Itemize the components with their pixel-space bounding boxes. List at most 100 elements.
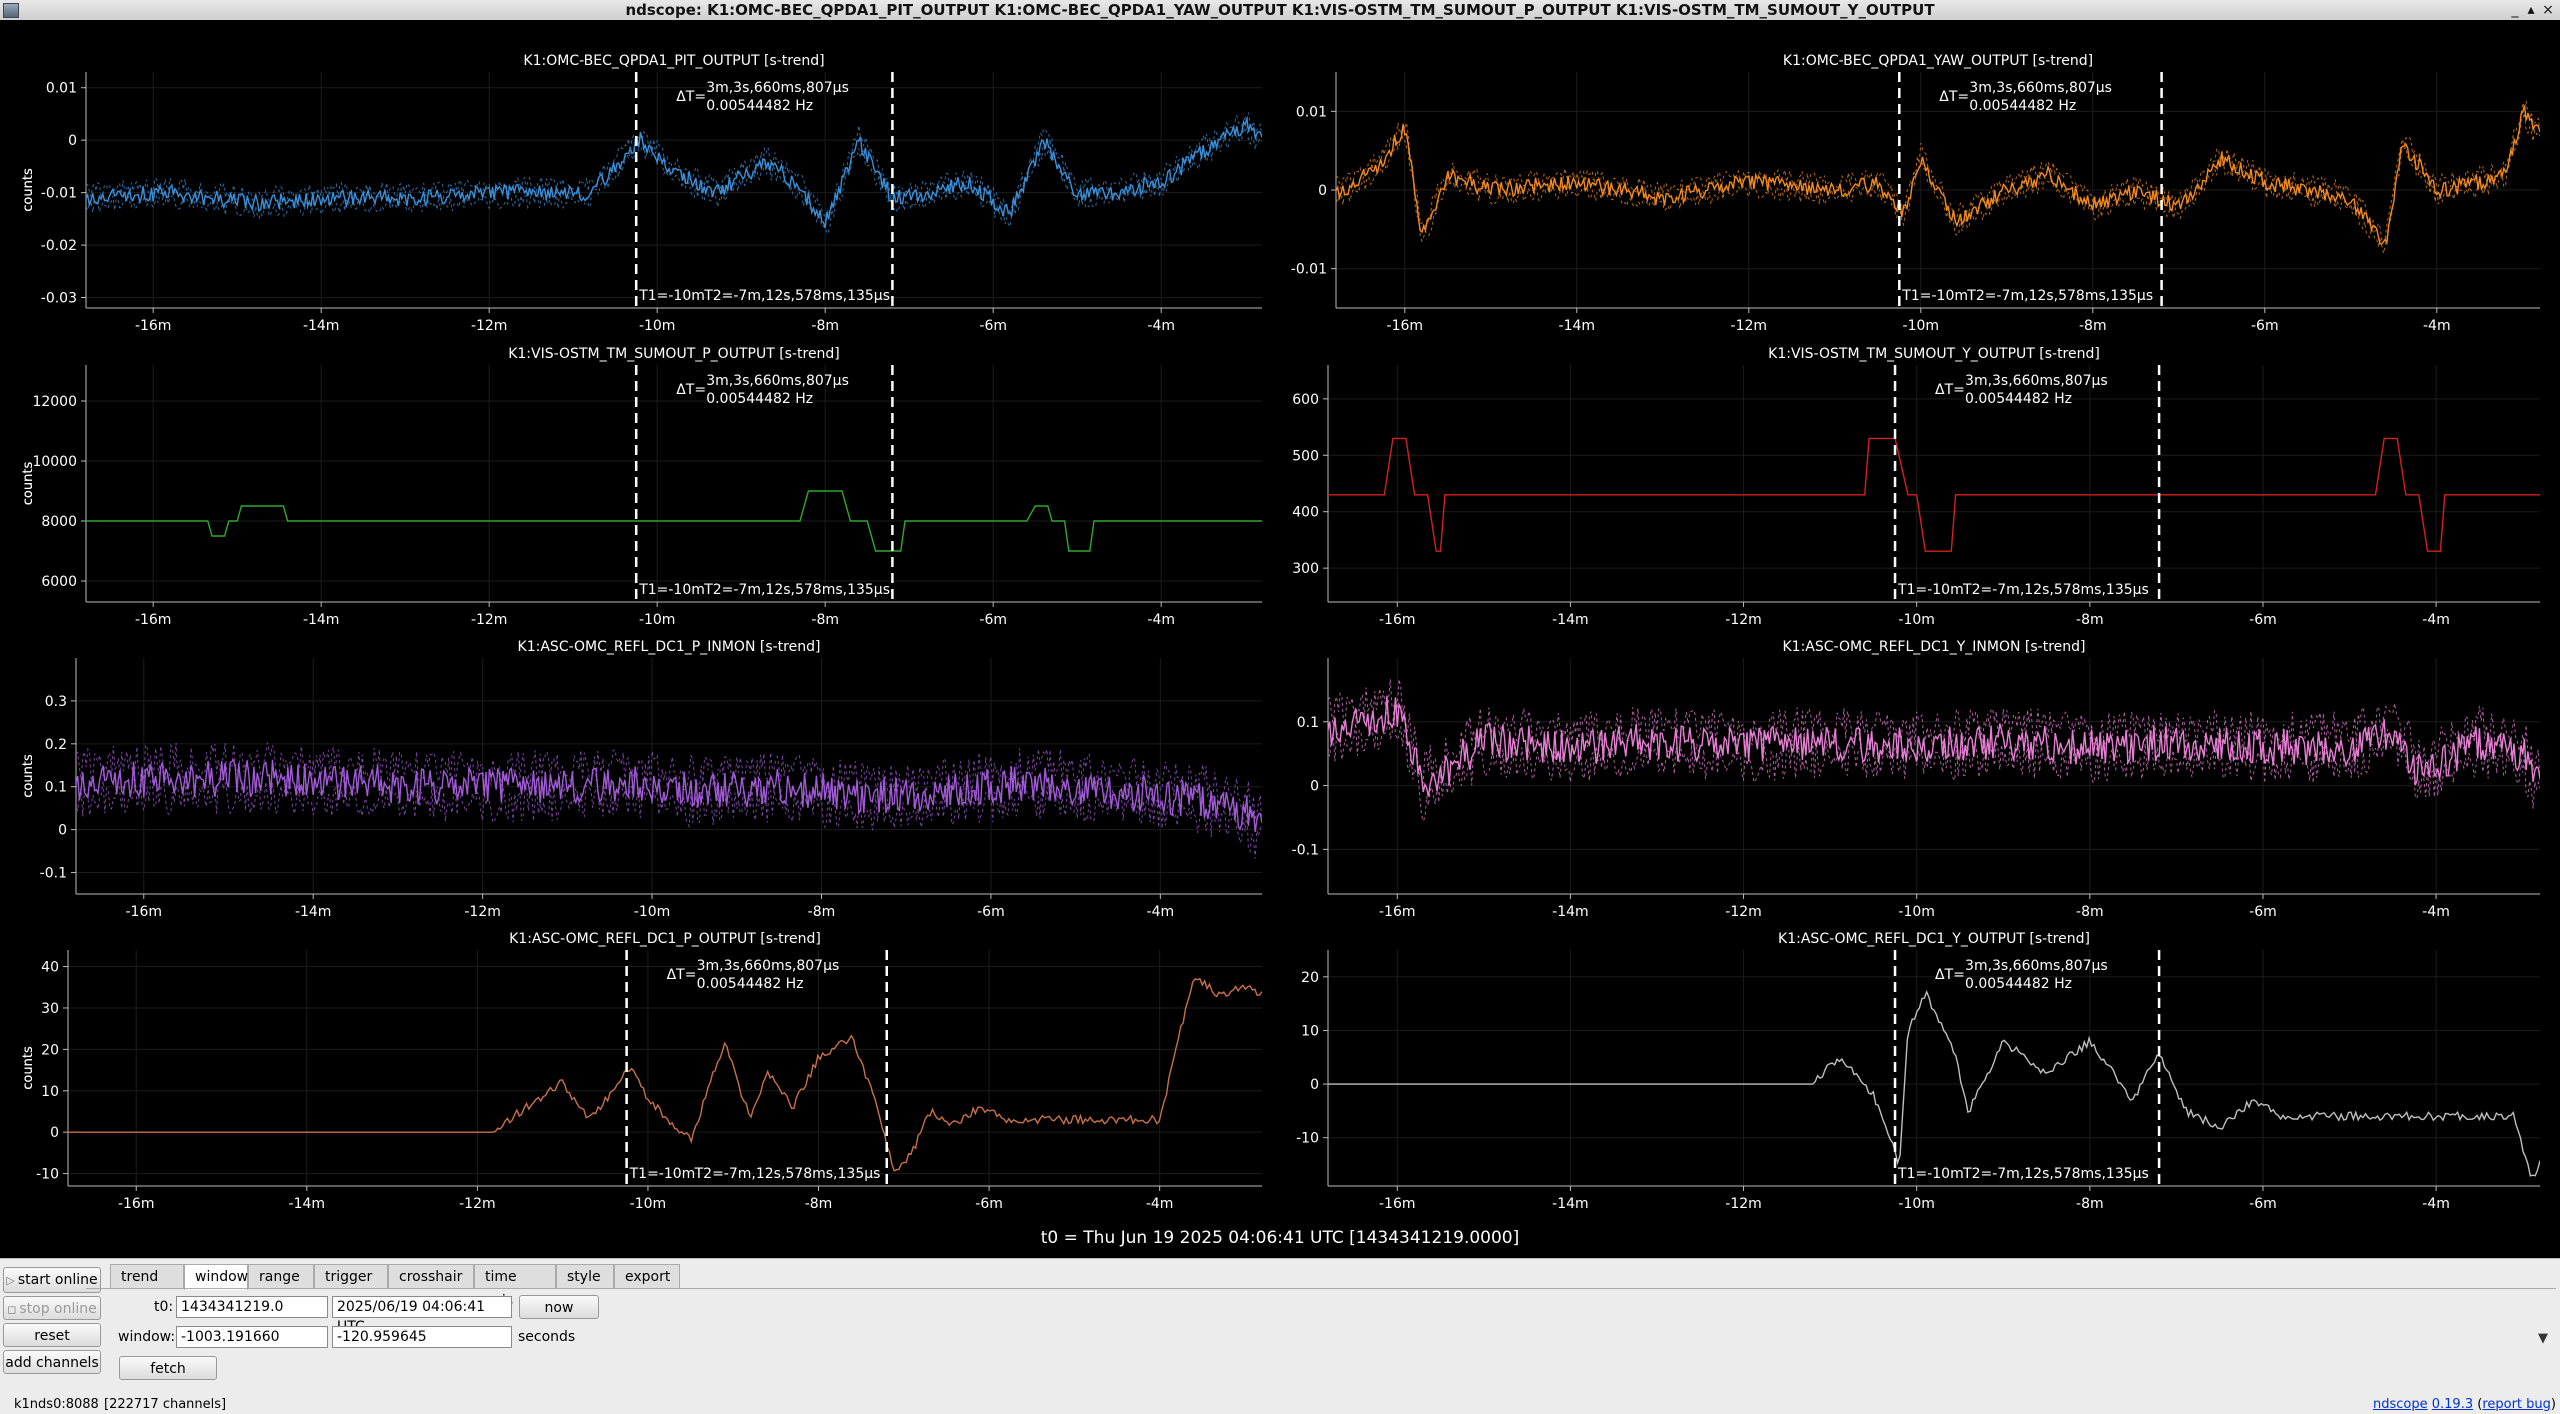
plot-grid[interactable]: K1:OMC-BEC_QPDA1_PIT_OUTPUT [s-trend] cou… <box>0 20 2560 1258</box>
y-axis-label: counts <box>21 168 36 212</box>
plot-panel[interactable]: K1:ASC-OMC_REFL_DC1_Y_OUTPUT [s-trend] co… <box>21 931 2540 1212</box>
t1-label: T1=-10m <box>638 582 705 598</box>
y-tick-label: 0 <box>68 133 77 149</box>
x-tick-label: -8m <box>2076 904 2104 920</box>
window-titlebar[interactable]: ndscope: K1:OMC-BEC_QPDA1_PIT_OUTPUT K1:… <box>0 0 2560 21</box>
plot-area[interactable]: K1:OMC-BEC_QPDA1_PIT_OUTPUT [s-trend] cou… <box>0 20 2560 1258</box>
tab-trigger[interactable]: trigger <box>314 1264 388 1288</box>
plot-title: K1:OMC-BEC_QPDA1_PIT_OUTPUT [s-trend] <box>523 53 824 69</box>
trend-max-line <box>1336 100 2540 241</box>
fetch-button[interactable]: fetch <box>119 1356 217 1380</box>
y-tick-label: 8000 <box>41 514 77 530</box>
x-tick-label: -14m <box>303 612 340 628</box>
x-tick-label: -16m <box>126 904 163 920</box>
version-link[interactable]: 0.19.3 <box>2432 1397 2473 1412</box>
y-tick-label: 0 <box>50 1125 59 1141</box>
delta-t-value: 3m,3s,660ms,807µs <box>706 373 849 389</box>
x-tick-label: -14m <box>1552 904 1589 920</box>
y-tick-label: 0.01 <box>1296 104 1327 120</box>
delta-freq-value: 0.00544482 Hz <box>697 976 804 992</box>
tab-time-axis[interactable]: time axis <box>474 1264 556 1309</box>
delta-freq-value: 0.00544482 Hz <box>1965 391 2072 407</box>
plot-panel[interactable]: K1:ASC-OMC_REFL_DC1_P_OUTPUT [s-trend] co… <box>21 931 1262 1212</box>
ndscope-link[interactable]: ndscope <box>2373 1397 2428 1412</box>
tab-style[interactable]: style <box>556 1264 614 1288</box>
x-tick-label: -14m <box>295 904 332 920</box>
delta-t-label: ΔT= <box>1935 382 1965 398</box>
x-tick-label: -6m <box>2249 904 2277 920</box>
x-tick-label: -10m <box>639 318 676 334</box>
x-tick-label: -8m <box>808 904 836 920</box>
x-tick-label: -6m <box>2249 1196 2277 1212</box>
plot-panel[interactable]: K1:OMC-BEC_QPDA1_PIT_OUTPUT [s-trend] cou… <box>21 53 1262 334</box>
plot-title: K1:VIS-OSTM_TM_SUMOUT_P_OUTPUT [s-trend] <box>508 346 840 362</box>
y-tick-label: 300 <box>1292 561 1319 577</box>
x-tick-label: -16m <box>135 612 172 628</box>
plot-title: K1:OMC-BEC_QPDA1_YAW_OUTPUT [s-trend] <box>1783 53 2093 69</box>
y-tick-label: 0.2 <box>45 737 67 753</box>
x-tick-label: -16m <box>1387 318 1424 334</box>
x-tick-label: -8m <box>2076 612 2104 628</box>
plot-panel[interactable]: K1:VIS-OSTM_TM_SUMOUT_P_OUTPUT [s-trend]… <box>21 346 1262 628</box>
x-tick-label: -8m <box>811 318 839 334</box>
y-axis-label: counts <box>21 462 36 506</box>
t2-label: T2=-7m,12s,578ms,135µs <box>1962 582 2149 598</box>
y-tick-label: 12000 <box>32 394 77 410</box>
status-bar: k1nds0:8088 [222717 channels] ndscope 0.… <box>0 1394 2560 1414</box>
y-tick-label: 0.3 <box>45 694 67 710</box>
expand-arrow-icon[interactable]: ▼ <box>2538 1331 2548 1346</box>
x-tick-label: -4m <box>2422 904 2450 920</box>
window-start-input[interactable]: -1003.191660 <box>176 1326 328 1348</box>
tab-range[interactable]: range <box>248 1264 314 1288</box>
y-tick-label: 0.1 <box>1297 715 1319 731</box>
y-tick-label: 0 <box>58 823 67 839</box>
plot-title: K1:ASC-OMC_REFL_DC1_Y_OUTPUT [s-trend] <box>1778 931 2090 947</box>
tab-trend[interactable]: trend <box>110 1264 184 1288</box>
x-tick-label: -6m <box>2249 612 2277 628</box>
tab-crosshair[interactable]: crosshair <box>388 1264 474 1288</box>
t0-gps-input[interactable]: 1434341219.0 <box>176 1296 328 1318</box>
control-panel: ▷ start online ◻ stop online reset add cha… <box>0 1258 2560 1395</box>
x-tick-label: -8m <box>2079 318 2107 334</box>
y-tick-label: -0.1 <box>40 866 67 882</box>
x-tick-label: -14m <box>1552 612 1589 628</box>
y-tick-label: 10 <box>1301 1023 1319 1039</box>
t2-label: T2=-7m,12s,578ms,135µs <box>703 582 890 598</box>
x-tick-label: -12m <box>459 1196 496 1212</box>
now-button[interactable]: now <box>519 1295 599 1319</box>
y-tick-label: 0 <box>1318 183 1327 199</box>
y-tick-label: -0.03 <box>41 291 77 307</box>
x-tick-label: -4m <box>2423 318 2451 334</box>
window-end-input[interactable]: -120.959645 <box>332 1326 512 1348</box>
report-bug-link[interactable]: report bug <box>2482 1397 2551 1412</box>
x-tick-label: -8m <box>805 1196 833 1212</box>
tab-export[interactable]: export <box>614 1264 680 1288</box>
x-tick-label: -16m <box>1379 612 1416 628</box>
paren-close: ) <box>2550 1397 2556 1412</box>
x-tick-label: -12m <box>1731 318 1768 334</box>
minimize-button[interactable]: _ <box>2508 0 2522 20</box>
plot-panel[interactable]: K1:ASC-OMC_REFL_DC1_P_INMON [s-trend] cou… <box>21 639 1262 920</box>
t1-label: T1=-10m <box>638 288 705 304</box>
plot-panel[interactable]: K1:VIS-OSTM_TM_SUMOUT_Y_OUTPUT [s-trend]… <box>21 346 2540 628</box>
maximize-button[interactable]: ▴ <box>2524 0 2538 20</box>
x-tick-label: -10m <box>1903 318 1940 334</box>
x-tick-label: -16m <box>1379 904 1416 920</box>
y-tick-label: 40 <box>41 960 59 976</box>
tab-window[interactable]: window <box>184 1264 248 1290</box>
t2-label: T2=-7m,12s,578ms,135µs <box>1962 1166 2149 1182</box>
delta-t-label: ΔT= <box>1939 89 1969 105</box>
x-tick-label: -12m <box>1725 1196 1762 1212</box>
delta-t-value: 3m,3s,660ms,807µs <box>1969 80 2112 96</box>
plot-panel[interactable]: K1:ASC-OMC_REFL_DC1_Y_INMON [s-trend] cou… <box>21 639 2540 920</box>
x-tick-label: -14m <box>289 1196 326 1212</box>
plot-panel[interactable]: K1:OMC-BEC_QPDA1_YAW_OUTPUT [s-trend] cou… <box>21 53 2540 334</box>
t0-date-input[interactable]: 2025/06/19 04:06:41 UTC <box>332 1296 512 1335</box>
x-tick-label: -4m <box>1147 318 1175 334</box>
x-tick-label: -10m <box>634 904 671 920</box>
x-tick-label: -16m <box>1379 1196 1416 1212</box>
delta-freq-value: 0.00544482 Hz <box>706 391 813 407</box>
close-button[interactable]: × <box>2541 0 2555 20</box>
x-tick-label: -12m <box>1725 904 1762 920</box>
trend-mean-line <box>1328 695 2540 797</box>
